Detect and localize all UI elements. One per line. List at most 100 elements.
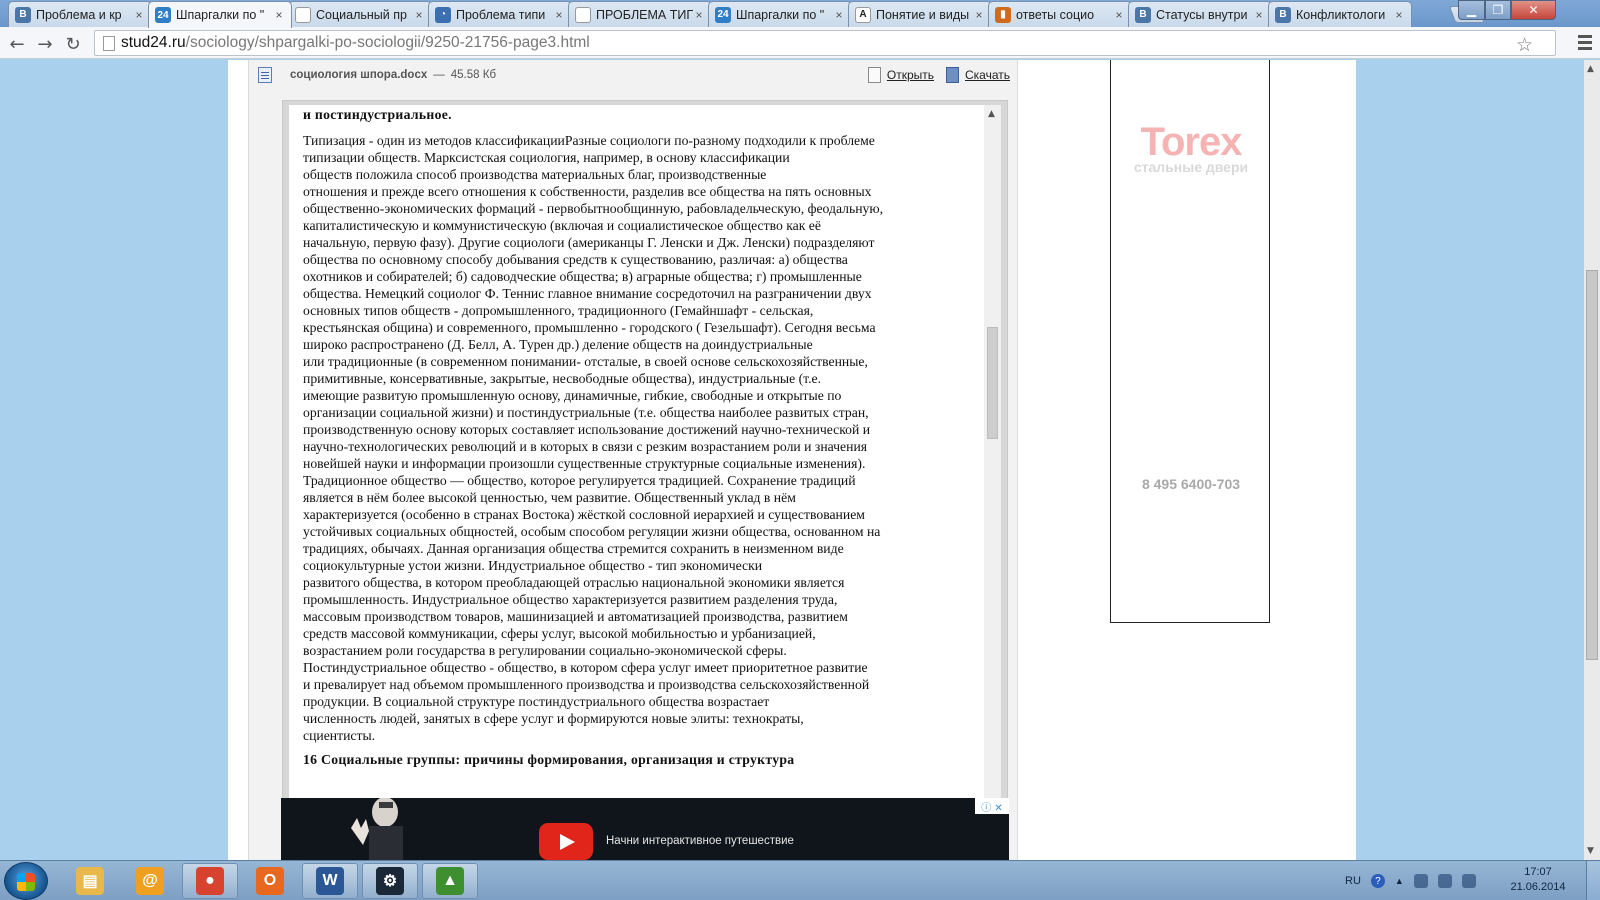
steam-icon: ⚙ <box>376 867 404 895</box>
globe-icon: ◔ <box>435 6 451 23</box>
a-letter-icon: A <box>855 6 871 23</box>
open-file-label: Открыть <box>886 68 934 82</box>
tab-close-icon[interactable]: × <box>693 8 705 22</box>
page-vertical-scrollbar[interactable]: ▲ ▼ <box>1584 60 1600 860</box>
browser-tab[interactable]: ▮ ответы социо × <box>988 1 1132 27</box>
browser-tab[interactable]: 24 Шпаргалки по " × <box>708 1 852 27</box>
section-heading: и постиндустриальное. <box>303 107 452 122</box>
tab-close-icon[interactable]: × <box>1113 8 1125 22</box>
document-vertical-scrollbar[interactable]: ▲ ▼ <box>984 105 1001 830</box>
bottom-video-ad[interactable]: Начни интерактивное путешествие ⓘ ✕ <box>281 798 1009 860</box>
tab-close-icon[interactable]: × <box>133 8 145 22</box>
document-line: или традиционные (в современном понимани… <box>303 354 868 369</box>
docx-file-icon <box>258 67 272 83</box>
document-scroll-thumb[interactable] <box>987 327 998 439</box>
address-bar[interactable]: stud24.ru/sociology/shpargalki-po-sociol… <box>94 30 1556 56</box>
clock-time: 17:07 <box>1524 866 1552 878</box>
document-line: основных типов обществ - допромышленного… <box>303 303 814 318</box>
stud24-icon: 24 <box>155 7 171 23</box>
page-scroll-up-icon[interactable]: ▲ <box>1587 64 1594 74</box>
document-line: продукции. В социальной структуре постин… <box>303 694 770 709</box>
tab-close-icon[interactable]: × <box>973 8 985 22</box>
start-button-windows-icon[interactable] <box>4 862 48 900</box>
network-signal-icon[interactable] <box>1437 874 1452 888</box>
document-line: общества. Немецкий социолог Ф. Теннис гл… <box>303 286 872 301</box>
document-line: типизации обществ. Марксистская социолог… <box>303 150 790 165</box>
back-arrow-icon[interactable]: ← <box>6 33 28 55</box>
document-line: устойчивых социальных общностей, особым … <box>303 524 881 539</box>
document-line: капиталистическую и коммунистическую (вк… <box>303 218 821 233</box>
browser-tab[interactable]: В Конфликтологи × <box>1268 1 1412 27</box>
maximize-button[interactable]: ❐ <box>1485 0 1511 20</box>
document-line: средств массовой коммуникации, сферы усл… <box>303 626 816 641</box>
taskbar-app-mail-agent[interactable]: @ <box>122 863 178 899</box>
page-scroll-thumb[interactable] <box>1586 270 1598 660</box>
url-host: stud24.ru <box>121 34 186 51</box>
tab-close-icon[interactable]: × <box>833 8 845 22</box>
browser-tab[interactable]: Социальный пр × <box>288 1 432 27</box>
document-line: Постиндустриальное общество - общество, … <box>303 660 868 675</box>
speaker-volume-icon[interactable] <box>1461 874 1476 888</box>
document-viewport[interactable]: и постиндустриальное. Типизация - один и… <box>289 105 1001 847</box>
tab-close-icon[interactable]: × <box>1253 8 1265 22</box>
document-line: отношения и прежде всего отношения к соб… <box>303 184 872 199</box>
adchoices-icon[interactable]: ⓘ ✕ <box>975 798 1009 814</box>
right-banner-ad[interactable]: Torex стальные двери 8 495 6400-703 <box>1110 60 1270 623</box>
tab-title: Проблема и кр <box>36 7 122 22</box>
taskbar-app-game[interactable]: ▲ <box>422 863 478 899</box>
tray-expand-arrow-icon[interactable]: ▲ <box>1395 876 1404 886</box>
open-file-link[interactable]: Открыть <box>867 67 934 83</box>
torex-logo: Torex стальные двери <box>1111 120 1271 175</box>
document-line: социокультурные устои жизни. Индустриаль… <box>303 558 763 573</box>
vk-icon: В <box>1275 6 1291 23</box>
floppy-disk-icon <box>946 67 959 83</box>
browser-tab[interactable]: В Проблема и кр × <box>8 1 152 27</box>
taskbar-app-explorer[interactable]: ▤ <box>62 863 118 899</box>
help-icon[interactable]: ? <box>1370 874 1385 888</box>
reload-icon[interactable]: ↻ <box>62 33 84 55</box>
document-line: является в нём более высокой ценностью, … <box>303 490 796 505</box>
tab-title: Проблема типи <box>456 7 546 22</box>
ad-tagline: стальные двери <box>1133 159 1249 175</box>
document-text: и постиндустриальное. Типизация - один и… <box>303 105 973 768</box>
tray-app-icon[interactable] <box>1413 874 1428 888</box>
download-file-link[interactable]: Скачать <box>946 67 1010 83</box>
browser-tab[interactable]: ◔ Проблема типи × <box>428 1 572 27</box>
tab-strip: В Проблема и кр × 24 Шпаргалки по " × Социальн… <box>0 0 1600 28</box>
document-line: и превалирует над объемом промышленного … <box>303 677 870 692</box>
folder-icon: ▤ <box>76 867 104 895</box>
show-desktop-button[interactable] <box>1586 861 1600 900</box>
vk-icon: В <box>1135 6 1151 23</box>
taskbar-app-opera[interactable]: O <box>242 863 298 899</box>
browser-tab[interactable]: 24 Шпаргалки по " × <box>148 1 292 28</box>
system-clock[interactable]: 17:07 21.06.2014 <box>1508 865 1568 895</box>
close-window-button[interactable]: ✕ <box>1511 0 1556 20</box>
document-line: промышленность. Индустриальное общество … <box>303 592 838 607</box>
forward-arrow-icon[interactable]: → <box>34 33 56 55</box>
book-icon: ▮ <box>995 6 1011 23</box>
document-line: научно-технологических революций и в кот… <box>303 439 868 454</box>
minimize-button[interactable]: ▁ <box>1458 0 1485 20</box>
scroll-up-arrow-icon[interactable]: ▲ <box>988 109 995 119</box>
document-line: Типизация - один из методов классификаци… <box>303 133 875 148</box>
tab-close-icon[interactable]: × <box>1393 8 1405 22</box>
ad-phone-number: 8 495 6400-703 <box>1141 476 1241 492</box>
file-bar: социология шпора.docx — 45.58 Кб Открыть… <box>258 64 1010 86</box>
youtube-play-icon[interactable] <box>539 823 593 860</box>
tab-close-icon[interactable]: × <box>413 8 425 22</box>
page-icon <box>295 6 311 23</box>
tab-close-icon[interactable]: × <box>273 8 285 22</box>
browser-tab[interactable]: ПРОБЛЕМА ТИП × <box>568 1 712 27</box>
language-indicator[interactable]: RU <box>1345 875 1361 887</box>
bookmark-star-icon[interactable]: ☆ <box>1516 34 1533 57</box>
page-scroll-down-icon[interactable]: ▼ <box>1587 846 1594 856</box>
browser-tab[interactable]: В Статусы внутри × <box>1128 1 1272 27</box>
browser-tab[interactable]: A Понятие и виды × <box>848 1 992 27</box>
chrome-menu-icon[interactable] <box>1578 35 1592 53</box>
tab-close-icon[interactable]: × <box>553 8 565 22</box>
document-line: численность людей, занятых в сфере услуг… <box>303 711 804 726</box>
taskbar-app-word[interactable]: W <box>302 863 358 899</box>
window-controls: ▁ ❐ ✕ <box>1458 0 1556 20</box>
taskbar-app-chrome[interactable]: ● <box>182 863 238 899</box>
taskbar-app-steam[interactable]: ⚙ <box>362 863 418 899</box>
